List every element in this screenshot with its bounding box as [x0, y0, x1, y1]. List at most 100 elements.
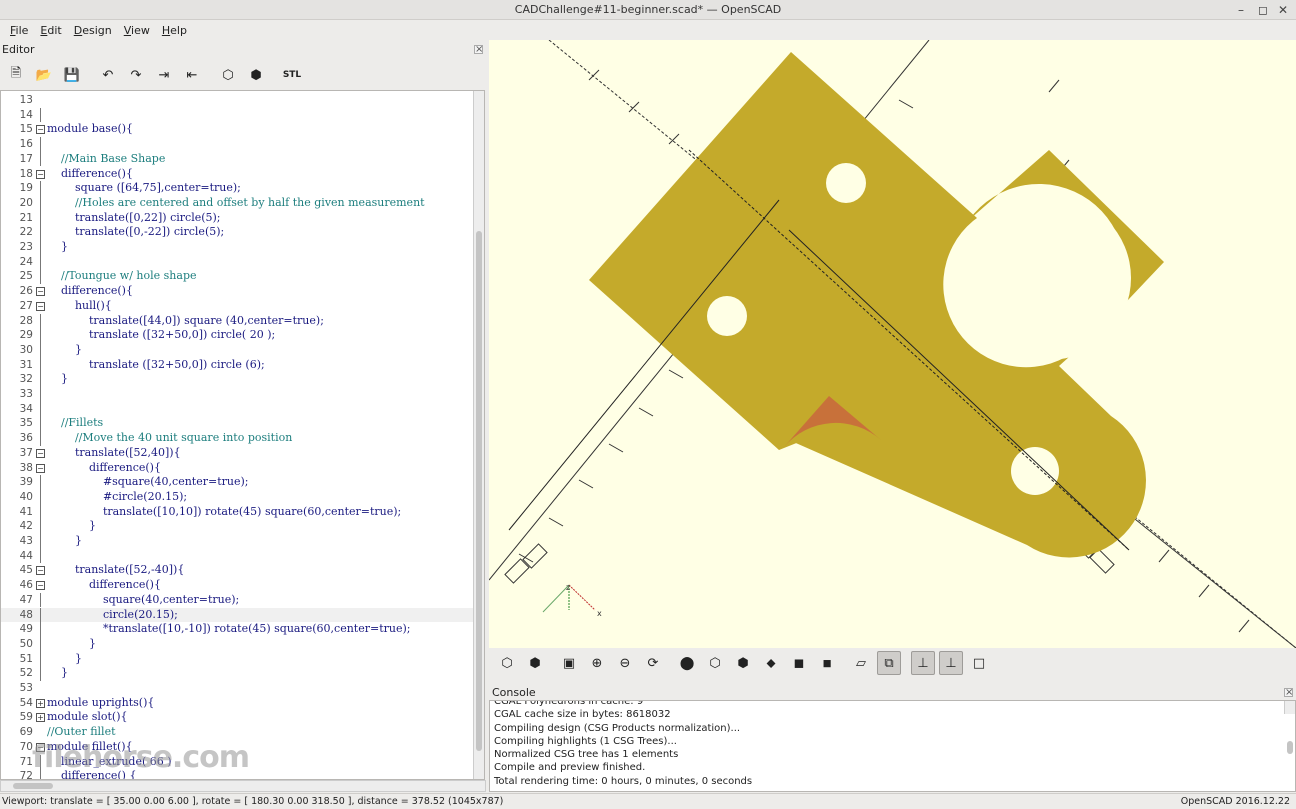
minimize-icon[interactable]: – — [1238, 0, 1244, 20]
preview-icon[interactable]: ⬡ — [216, 64, 240, 86]
code-line[interactable]: 35 //Fillets — [1, 416, 473, 432]
show-edges-icon[interactable]: □ — [967, 651, 991, 675]
code-line[interactable]: 14 — [1, 107, 473, 123]
fold-collapse-icon[interactable]: − — [36, 287, 45, 297]
save-file-icon[interactable]: 💾 — [60, 64, 84, 86]
fold-guide — [40, 372, 41, 387]
code-line[interactable]: 19 square ([64,75],center=true); — [1, 181, 473, 196]
code-line[interactable]: 51 } — [1, 651, 473, 667]
close-icon[interactable]: ✕ — [1278, 0, 1288, 20]
code-line[interactable]: 29 translate ([32+50,0]) circle( 20 ); — [1, 328, 473, 343]
show-axes-icon[interactable]: ⊥ — [911, 651, 935, 675]
code-line[interactable]: 18− difference(){ — [1, 167, 473, 182]
3d-viewport[interactable]: z x — [489, 40, 1296, 648]
code-line[interactable]: 69 //Outer fillet — [1, 725, 473, 740]
code-line[interactable]: 40 #circle(20.15); — [1, 489, 473, 505]
orthogonal-icon[interactable]: ⧉ — [877, 651, 901, 675]
code-line[interactable]: 53 — [1, 681, 473, 696]
code-line[interactable]: 22 translate([0,-22]) circle(5); — [1, 225, 473, 240]
view-front-icon[interactable]: ◼ — [787, 651, 811, 675]
editor-dock-close-icon[interactable]: × — [474, 45, 483, 55]
fold-expand-icon[interactable]: + — [36, 713, 45, 723]
code-line[interactable]: 47 square(40,center=true); — [1, 592, 473, 608]
code-line[interactable]: 50 } — [1, 636, 473, 652]
code-line[interactable]: 49 *translate([10,-10]) rotate(45) squar… — [1, 622, 473, 637]
new-file-icon[interactable]: 🗎 — [4, 64, 28, 86]
code-line[interactable]: 21 translate([0,22]) circle(5); — [1, 210, 473, 226]
code-line[interactable]: 33 — [1, 387, 473, 402]
editor-horizontal-scrollbar[interactable] — [0, 780, 486, 792]
view-bottom-icon[interactable]: ⬢ — [731, 651, 755, 675]
view-back-icon[interactable]: ◾ — [815, 651, 839, 675]
code-line[interactable]: 23 } — [1, 240, 473, 255]
code-line[interactable]: 59 + module slot(){ — [1, 710, 473, 725]
line-number: 43 — [19, 535, 33, 547]
fold-collapse-icon[interactable]: − — [36, 581, 45, 591]
fold-collapse-icon[interactable]: − — [36, 463, 45, 473]
fold-collapse-icon[interactable]: − — [36, 125, 45, 135]
code-line[interactable]: 16 — [1, 137, 473, 152]
code-line[interactable]: 37− translate([52,40]){ — [1, 446, 473, 461]
menu-edit[interactable]: Edit — [40, 24, 61, 37]
code-line[interactable]: 46− difference(){ — [1, 578, 473, 593]
fold-expand-icon[interactable]: + — [36, 698, 45, 708]
code-line[interactable]: 31 translate ([32+50,0]) circle (6); — [1, 357, 473, 373]
reset-view-icon[interactable]: ⟳ — [641, 651, 665, 675]
fold-collapse-icon[interactable]: − — [36, 169, 45, 179]
code-line[interactable]: 27− hull(){ — [1, 299, 473, 314]
code-line[interactable]: 38− difference(){ — [1, 461, 473, 476]
render-icon[interactable]: ⬢ — [244, 64, 268, 86]
menu-help[interactable]: Help — [162, 24, 187, 37]
view-top-icon[interactable]: ⬡ — [703, 651, 727, 675]
code-line[interactable]: 36 //Move the 40 unit square into positi… — [1, 431, 473, 446]
code-line[interactable]: 48 circle(20.15); — [1, 607, 473, 623]
code-line[interactable]: 43 } — [1, 534, 473, 549]
view-right-icon[interactable]: ⬤ — [675, 651, 699, 675]
code-line[interactable]: 52 } — [1, 666, 473, 681]
console-output[interactable]: CGAL Polyhedrons in cache: 9 CGAL cache … — [489, 700, 1296, 792]
view-left-icon[interactable]: ⬥ — [759, 651, 783, 675]
zoom-out-icon[interactable]: ⊖ — [613, 651, 637, 675]
view-all-icon[interactable]: ▣ — [557, 651, 581, 675]
preview-icon[interactable]: ⬡ — [495, 651, 519, 675]
fold-collapse-icon[interactable]: − — [36, 301, 45, 311]
fold-collapse-icon[interactable]: − — [36, 448, 45, 458]
code-line[interactable]: 32 } — [1, 372, 473, 387]
code-line[interactable]: 26− difference(){ — [1, 284, 473, 299]
show-scale-markers-icon[interactable]: ⊥ — [939, 651, 963, 675]
code-line[interactable]: 20 //Holes are centered and offset by ha… — [1, 195, 473, 211]
code-line[interactable]: 45− translate([52,-40]){ — [1, 563, 473, 578]
code-line[interactable]: 54 + module uprights(){ — [1, 696, 473, 711]
code-line[interactable]: 28 translate([44,0]) square (40,center=t… — [1, 313, 473, 329]
code-line[interactable]: 42 } — [1, 519, 473, 534]
code-line[interactable]: 34 — [1, 401, 473, 417]
code-editor[interactable]: 13 14 15− module base(){16 17 //Main Base Sh… — [0, 90, 485, 780]
code-line[interactable]: 41 translate([10,10]) rotate(45) square(… — [1, 504, 473, 520]
unindent-icon[interactable]: ⇤ — [180, 64, 204, 86]
perspective-icon[interactable]: ▱ — [849, 651, 873, 675]
indent-icon[interactable]: ⇥ — [152, 64, 176, 86]
code-line[interactable]: 25 //Toungue w/ hole shape — [1, 269, 473, 285]
editor-vertical-scrollbar[interactable] — [473, 91, 484, 779]
export-stl-icon[interactable]: STL — [280, 64, 304, 86]
code-line[interactable]: 17 //Main Base Shape — [1, 151, 473, 167]
maximize-icon[interactable]: ◻ — [1258, 0, 1268, 20]
code-line[interactable]: 30 } — [1, 342, 473, 358]
code-line[interactable]: 13 — [1, 93, 473, 108]
console-scrollbar[interactable] — [1284, 701, 1295, 755]
console-dock-close-icon[interactable]: × — [1284, 688, 1293, 698]
fold-collapse-icon[interactable]: − — [36, 566, 45, 576]
menu-file[interactable]: File — [10, 24, 28, 37]
code-line[interactable]: 24 — [1, 254, 473, 270]
undo-icon[interactable]: ↶ — [96, 64, 120, 86]
line-number: 38 — [19, 461, 33, 474]
render-icon[interactable]: ⬢ — [523, 651, 547, 675]
menu-design[interactable]: Design — [74, 24, 112, 37]
code-line[interactable]: 15− module base(){ — [1, 122, 473, 137]
redo-icon[interactable]: ↷ — [124, 64, 148, 86]
code-line[interactable]: 44 — [1, 548, 473, 564]
code-line[interactable]: 39 #square(40,center=true); — [1, 475, 473, 490]
menu-view[interactable]: View — [124, 24, 150, 37]
open-file-icon[interactable]: 📂 — [32, 64, 56, 86]
zoom-in-icon[interactable]: ⊕ — [585, 651, 609, 675]
